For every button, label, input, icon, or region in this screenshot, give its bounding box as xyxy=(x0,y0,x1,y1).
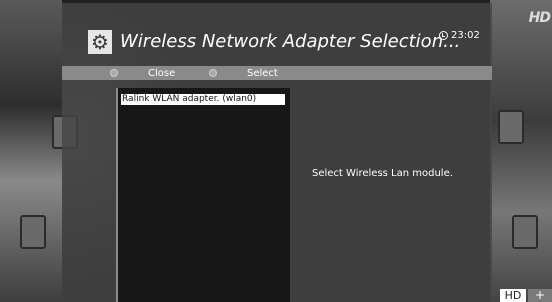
gear-icon: ⚙ xyxy=(88,30,112,54)
hd-badge: HD xyxy=(500,289,526,302)
select-radio-icon xyxy=(209,69,217,77)
page-title: Wireless Network Adapter Selection... xyxy=(120,31,461,52)
close-radio-icon xyxy=(110,69,118,77)
close-label: Close xyxy=(148,67,176,79)
lantern-decor xyxy=(20,215,46,249)
tv-background-left xyxy=(0,0,62,302)
close-button[interactable]: Close xyxy=(110,66,175,80)
lantern-decor xyxy=(512,215,538,249)
list-item[interactable]: Ralink WLAN adapter. (wlan0) xyxy=(121,94,285,105)
adapter-list xyxy=(116,88,290,302)
select-button[interactable]: Select xyxy=(209,66,278,80)
select-label: Select xyxy=(247,67,278,79)
tv-background-right xyxy=(490,0,552,302)
lantern-decor xyxy=(498,110,524,144)
clock-icon xyxy=(439,31,448,40)
plus-badge: + xyxy=(528,289,552,302)
clock-time: 23:02 xyxy=(451,30,480,41)
channel-logo: HD xyxy=(528,10,551,26)
description-text: Select Wireless Lan module. xyxy=(312,168,453,179)
clock: 23:02 xyxy=(439,30,480,41)
